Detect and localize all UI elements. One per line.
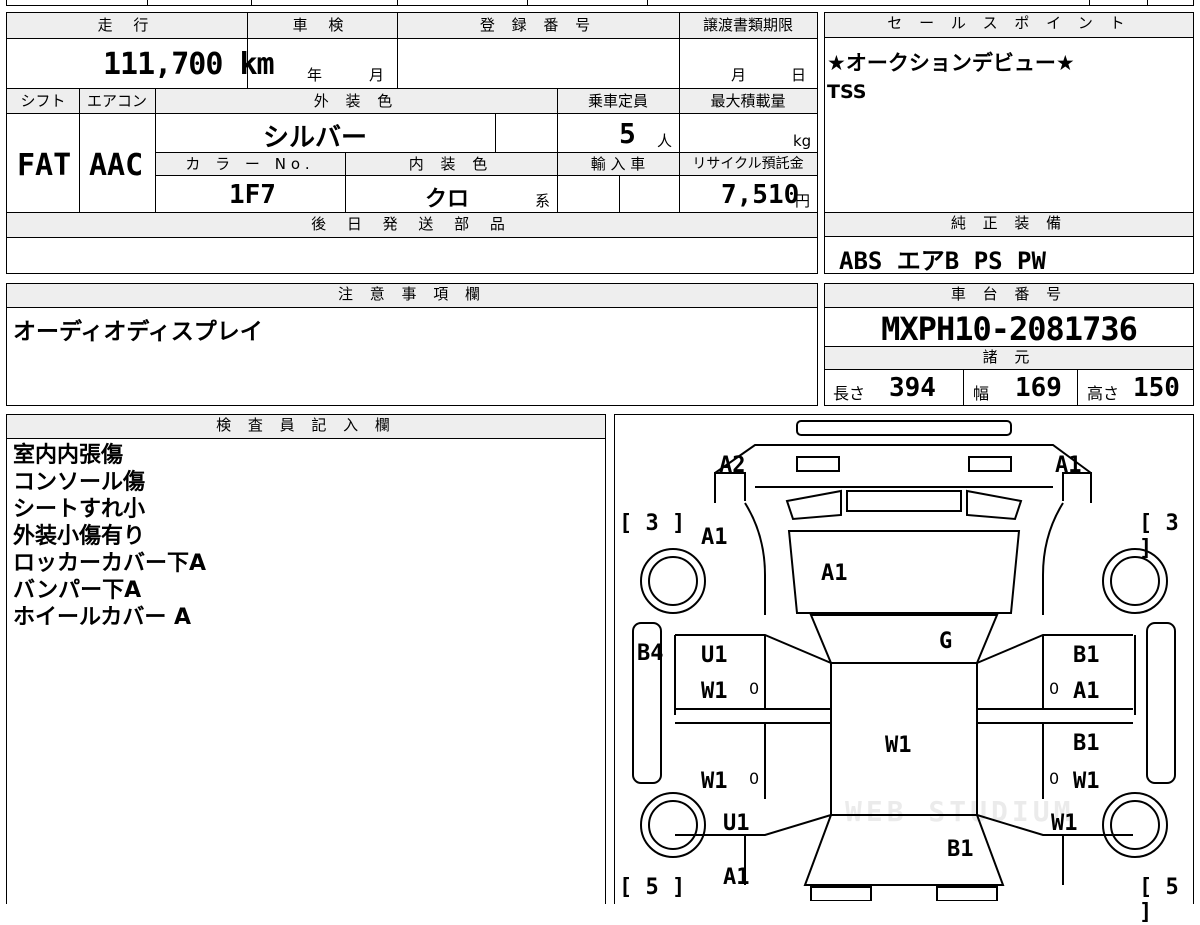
mileage-label: 走 行 <box>97 16 157 34</box>
height-value: 150 <box>1133 373 1180 403</box>
equipment-box: 純 正 装 備 ABS エアB PS PW <box>824 212 1194 275</box>
tire-rear-right-bracket: [ 5 ] <box>1139 875 1179 925</box>
transfer-month-unit: 月 <box>731 66 747 84</box>
code-right-rear-door-glass: 0 <box>1049 769 1060 788</box>
code-left-front-door-2: W1 <box>701 679 728 704</box>
code-hood: A1 <box>821 561 848 586</box>
width-value: 169 <box>1015 373 1062 403</box>
exterior-color-label: 外 装 色 <box>313 92 399 110</box>
inspector-line: コンソール傷 <box>13 470 146 495</box>
inspector-line: シートすれ小 <box>13 497 146 522</box>
exterior-color-value: シルバー <box>263 123 368 153</box>
sales-point-line1: ★オークションデビュー★ <box>827 51 1075 75</box>
code-front-right: A1 <box>1055 453 1082 478</box>
capacity-unit: 人 <box>657 132 673 150</box>
import-label: 輸 入 車 <box>590 155 646 173</box>
top-strip <box>6 0 1194 6</box>
mileage-value: 111,700 km <box>103 47 275 82</box>
length-label: 長さ <box>833 384 866 403</box>
tire-rear-right: 5 <box>1165 875 1179 900</box>
code-front-left: A2 <box>719 453 746 478</box>
chassis-box: 車 台 番 号 MXPH10-2081736 諸 元 長さ 394 幅 169 … <box>824 283 1194 406</box>
vehicle-info-table: 走 行 車 検 登 録 番 号 譲渡書類期限 111,700 km 年 月 月 … <box>6 12 818 274</box>
code-roof: W1 <box>885 733 912 758</box>
code-right-front-door-2: A1 <box>1073 679 1100 704</box>
spec-label: 諸 元 <box>982 348 1036 366</box>
notes-label: 注 意 事 項 欄 <box>337 285 487 303</box>
tire-front-right: 3 <box>1165 511 1179 536</box>
code-right-rear-door-1: B1 <box>1073 731 1100 756</box>
code-right-rear-door-2: W1 <box>1073 769 1100 794</box>
inspector-line: ホイールカバー A <box>13 605 192 630</box>
color-no-value: 1F7 <box>229 180 276 210</box>
notes-text: オーディオディスプレイ <box>13 319 263 345</box>
inspector-label: 検 査 員 記 入 欄 <box>216 416 396 434</box>
inspector-line: バンパー下A <box>13 578 142 603</box>
inspector-line: 室内内張傷 <box>13 443 124 468</box>
code-hood-left: A1 <box>701 525 728 550</box>
sales-point-line2: TSS <box>827 81 867 103</box>
max-load-unit: kg <box>793 132 812 150</box>
chassis-label: 車 台 番 号 <box>950 285 1068 303</box>
later-parts-label: 後 日 発 送 部 品 <box>311 215 513 233</box>
code-left-rear-door-glass: 0 <box>749 769 760 788</box>
code-left-front-door-1: U1 <box>701 643 728 668</box>
code-right-front-door-1: B1 <box>1073 643 1100 668</box>
capacity-value: 5 <box>619 117 636 150</box>
color-no-label: カ ラ ー No. <box>185 155 315 173</box>
code-windshield: G <box>939 629 953 654</box>
tire-front-right-bracket: [ 3 ] <box>1139 511 1179 561</box>
max-load-label: 最大積載量 <box>710 92 786 110</box>
interior-color-unit: 系 <box>535 192 551 210</box>
capacity-label: 乗車定員 <box>587 92 648 110</box>
equipment-items: ABS エアB PS PW <box>839 247 1046 275</box>
shift-label: シフト <box>20 92 66 110</box>
notes-box: 注 意 事 項 欄 オーディオディスプレイ <box>6 283 818 406</box>
width-label: 幅 <box>973 384 990 403</box>
inspection-month-unit: 月 <box>369 66 385 84</box>
ac-value: AAC <box>89 148 144 183</box>
transfer-label: 譲渡書類期限 <box>702 16 793 34</box>
tire-front-left-bracket: [ 3 ] <box>619 511 686 536</box>
recycle-unit: 円 <box>795 192 811 210</box>
sales-point-label: セ ー ル ス ポ イ ン ト <box>887 14 1131 32</box>
code-right-front-door-glass: 0 <box>1049 679 1060 698</box>
car-diagram-box: WEB STUDIUM [ 3 ] [ 3 ] [ 5 ] [ 5 ] A2 A… <box>614 414 1194 925</box>
interior-color-label: 内 装 色 <box>408 155 494 173</box>
length-value: 394 <box>889 373 936 403</box>
code-left-front-door-glass: 0 <box>749 679 760 698</box>
code-trunk: B1 <box>947 837 974 862</box>
inspection-label: 車 検 <box>292 16 352 34</box>
recycle-fee-value: 7,510 <box>721 180 800 210</box>
code-right-rear-fender: W1 <box>1051 811 1078 836</box>
inspector-line: 外装小傷有り <box>13 524 146 549</box>
shift-value: FAT <box>17 148 72 183</box>
height-label: 高さ <box>1087 384 1120 403</box>
code-left-rear-fender: U1 <box>723 811 750 836</box>
sales-point-box: セ ー ル ス ポ イ ン ト ★オークションデビュー★ TSS <box>824 12 1194 213</box>
watermark: WEB STUDIUM <box>845 795 1075 828</box>
code-rear-left-bumper: A1 <box>723 865 750 890</box>
equipment-label: 純 正 装 備 <box>950 214 1068 232</box>
inspector-box: 検 査 員 記 入 欄 室内内張傷 コンソール傷 シートすれ小 外装小傷有り ロ… <box>6 414 606 904</box>
tire-rear-left-bracket: [ 5 ] <box>619 875 686 900</box>
interior-color-value: クロ <box>425 187 470 212</box>
inspector-line: ロッカーカバー下A <box>13 551 207 576</box>
code-left-side: B4 <box>637 641 664 666</box>
recycle-label: リサイクル預託金 <box>692 156 804 172</box>
chassis-number: MXPH10-2081736 <box>881 310 1138 348</box>
code-left-rear-door: W1 <box>701 769 728 794</box>
inspection-year-unit: 年 <box>307 66 323 84</box>
ac-label: エアコン <box>86 92 147 110</box>
tire-front-left: 3 <box>645 511 659 536</box>
tire-rear-left: 5 <box>645 875 659 900</box>
registration-label: 登 録 番 号 <box>479 16 597 34</box>
transfer-day-unit: 日 <box>791 66 807 84</box>
